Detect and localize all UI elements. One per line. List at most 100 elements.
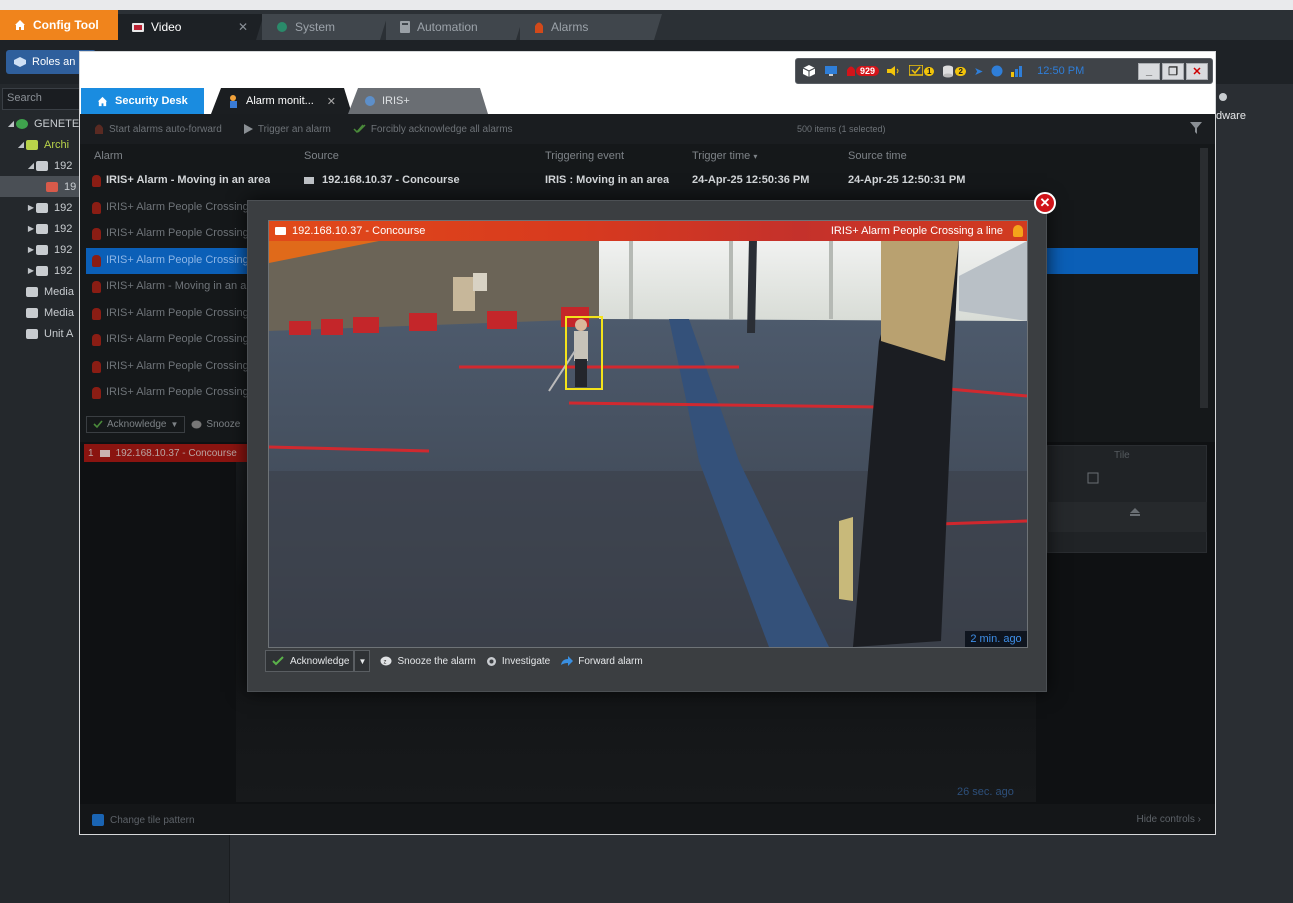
close-popup-button[interactable]: ✕ xyxy=(1034,192,1056,214)
media-icon xyxy=(26,286,38,297)
tile-controls-row xyxy=(1047,502,1207,532)
eject-icon[interactable] xyxy=(1130,508,1140,516)
svg-text:z: z xyxy=(384,660,387,666)
snooze-button-bg[interactable]: Snooze xyxy=(191,419,240,430)
auto-forward-label: Start alarms auto-forward xyxy=(109,123,222,135)
tab-automation[interactable]: Automation xyxy=(386,14,524,40)
volume-icon[interactable] xyxy=(887,66,901,76)
expanded-arrow-icon[interactable]: ◢ xyxy=(26,161,36,170)
snooze-label: Snooze xyxy=(206,418,241,430)
check-icon xyxy=(93,419,103,429)
tab-system[interactable]: System xyxy=(262,14,388,40)
collapsed-arrow-icon[interactable]: ▶ xyxy=(26,224,36,233)
tab-iris[interactable]: IRIS+ xyxy=(348,88,488,114)
notification-2-badge: 2 xyxy=(955,66,966,76)
table-scrollbar[interactable] xyxy=(1200,148,1208,408)
globe-icon[interactable] xyxy=(991,65,1003,77)
hardware-label: dware xyxy=(1216,92,1293,132)
alarm-video-tile[interactable]: 192.168.10.37 - Concourse IRIS+ Alarm Pe… xyxy=(268,220,1028,648)
tile-header[interactable]: 1 192.168.10.37 - Concourse xyxy=(84,444,249,462)
minimize-button[interactable]: _ xyxy=(1138,62,1160,80)
table-cell-source: 192.168.10.37 - Concourse xyxy=(322,174,460,186)
collapsed-arrow-icon[interactable]: ▶ xyxy=(26,266,36,275)
tab-alarm-monitoring[interactable]: Alarm monit... ✕ xyxy=(211,88,352,114)
column-header-source[interactable]: Source xyxy=(304,150,339,162)
tile-number: 1 xyxy=(88,447,94,459)
tree-item-label: 192 xyxy=(54,159,73,172)
check-icon xyxy=(272,656,284,666)
server-icon xyxy=(36,223,48,234)
alarm-icon xyxy=(92,307,101,320)
filter-icon[interactable] xyxy=(1190,122,1202,134)
alarm-icon xyxy=(92,387,101,399)
double-check-icon xyxy=(353,124,366,134)
table-row[interactable]: IRIS+ Alarm - Moving in an area 192.168.1… xyxy=(86,168,1198,194)
clock: 12:50 PM xyxy=(1037,65,1085,77)
tree-item-label: GENETE xyxy=(34,117,80,130)
column-header-alarm[interactable]: Alarm xyxy=(94,150,123,162)
cube-icon[interactable] xyxy=(802,64,816,78)
tile-controls-panel xyxy=(1047,445,1207,553)
trigger-alarm-label: Trigger an alarm xyxy=(257,123,331,135)
tile-pattern-icon[interactable] xyxy=(92,814,104,826)
tile-time-ago: 26 sec. ago xyxy=(957,786,1014,798)
forward-alarm-button[interactable]: Forward alarm xyxy=(560,655,643,667)
alarm-icon xyxy=(534,21,544,33)
hide-controls-button[interactable]: Hide controls › xyxy=(1137,814,1201,825)
arrow-icon[interactable]: ➤ xyxy=(974,65,983,78)
expanded-arrow-icon[interactable]: ◢ xyxy=(6,119,16,128)
config-tool-tab-bar: Config Tool Video ✕ System Automation Al… xyxy=(0,10,1293,40)
camera-icon xyxy=(99,449,110,457)
server-icon xyxy=(36,160,48,171)
column-header-trigger-time[interactable]: Trigger time ▾ xyxy=(692,150,757,162)
alarm-icon xyxy=(92,228,101,240)
collapsed-arrow-icon[interactable]: ▶ xyxy=(26,203,36,212)
trigger-alarm-button[interactable]: Trigger an alarm xyxy=(243,123,331,135)
forward-label: Forward alarm xyxy=(578,655,643,667)
snooze-icon xyxy=(191,420,202,429)
chevron-down-icon[interactable]: ▼ xyxy=(170,420,178,429)
monitor-icon[interactable] xyxy=(824,65,838,77)
acknowledge-button-bg[interactable]: Acknowledge ▼ xyxy=(86,415,186,433)
notification-2[interactable]: 2 xyxy=(942,65,966,78)
acknowledge-button[interactable]: Acknowledge xyxy=(265,650,355,672)
close-window-button[interactable]: ✕ xyxy=(1186,62,1208,80)
change-tile-pattern-button[interactable]: Change tile pattern xyxy=(110,815,195,826)
camera-icon xyxy=(275,227,286,235)
items-count: 500 items (1 selected) xyxy=(797,124,886,134)
database-icon xyxy=(942,65,954,78)
iris-icon xyxy=(364,95,376,107)
alarm-counter[interactable]: 929 xyxy=(846,65,880,77)
investigate-button[interactable]: Investigate xyxy=(486,656,550,667)
tab-config-tool-home[interactable]: Config Tool xyxy=(0,10,118,40)
tree-item-label: Unit A xyxy=(44,327,74,340)
auto-forward-button[interactable]: Start alarms auto-forward xyxy=(94,123,222,135)
maximize-button[interactable]: ❐ xyxy=(1162,62,1184,80)
expanded-arrow-icon[interactable]: ◢ xyxy=(16,140,26,149)
tab-alarms[interactable]: Alarms xyxy=(520,14,662,40)
collapsed-arrow-icon[interactable]: ▶ xyxy=(26,245,36,254)
acknowledge-dropdown[interactable]: ▼ xyxy=(354,650,371,672)
home-icon xyxy=(97,96,108,107)
sort-desc-icon: ▾ xyxy=(753,152,758,161)
tab-video[interactable]: Video ✕ xyxy=(118,14,264,40)
column-header-source-time[interactable]: Source time xyxy=(848,150,907,162)
force-acknowledge-button[interactable]: Forcibly acknowledge all alarms xyxy=(353,124,513,135)
snooze-alarm-button[interactable]: z Snooze the alarm xyxy=(380,655,476,667)
tree-item-label: 19 xyxy=(64,180,77,193)
tile-square-icon[interactable] xyxy=(1087,472,1099,484)
tab-label: Video xyxy=(151,20,182,34)
close-tab-icon[interactable]: ✕ xyxy=(327,95,336,108)
auto-forward-icon xyxy=(94,123,104,135)
alarm-bell-icon xyxy=(846,65,856,77)
snooze-label: Snooze the alarm xyxy=(397,655,476,667)
chevron-right-icon: › xyxy=(1197,814,1201,825)
tab-security-desk-home[interactable]: Security Desk xyxy=(81,88,204,114)
close-tab-icon[interactable]: ✕ xyxy=(238,20,248,34)
notification-1[interactable]: 1 xyxy=(909,65,935,77)
signal-bars-icon[interactable] xyxy=(1011,65,1023,77)
camera-feed-image xyxy=(269,221,1027,647)
tree-item-label: 192 xyxy=(54,243,73,256)
investigate-icon xyxy=(486,656,497,667)
column-header-triggering-event[interactable]: Triggering event xyxy=(545,150,624,162)
